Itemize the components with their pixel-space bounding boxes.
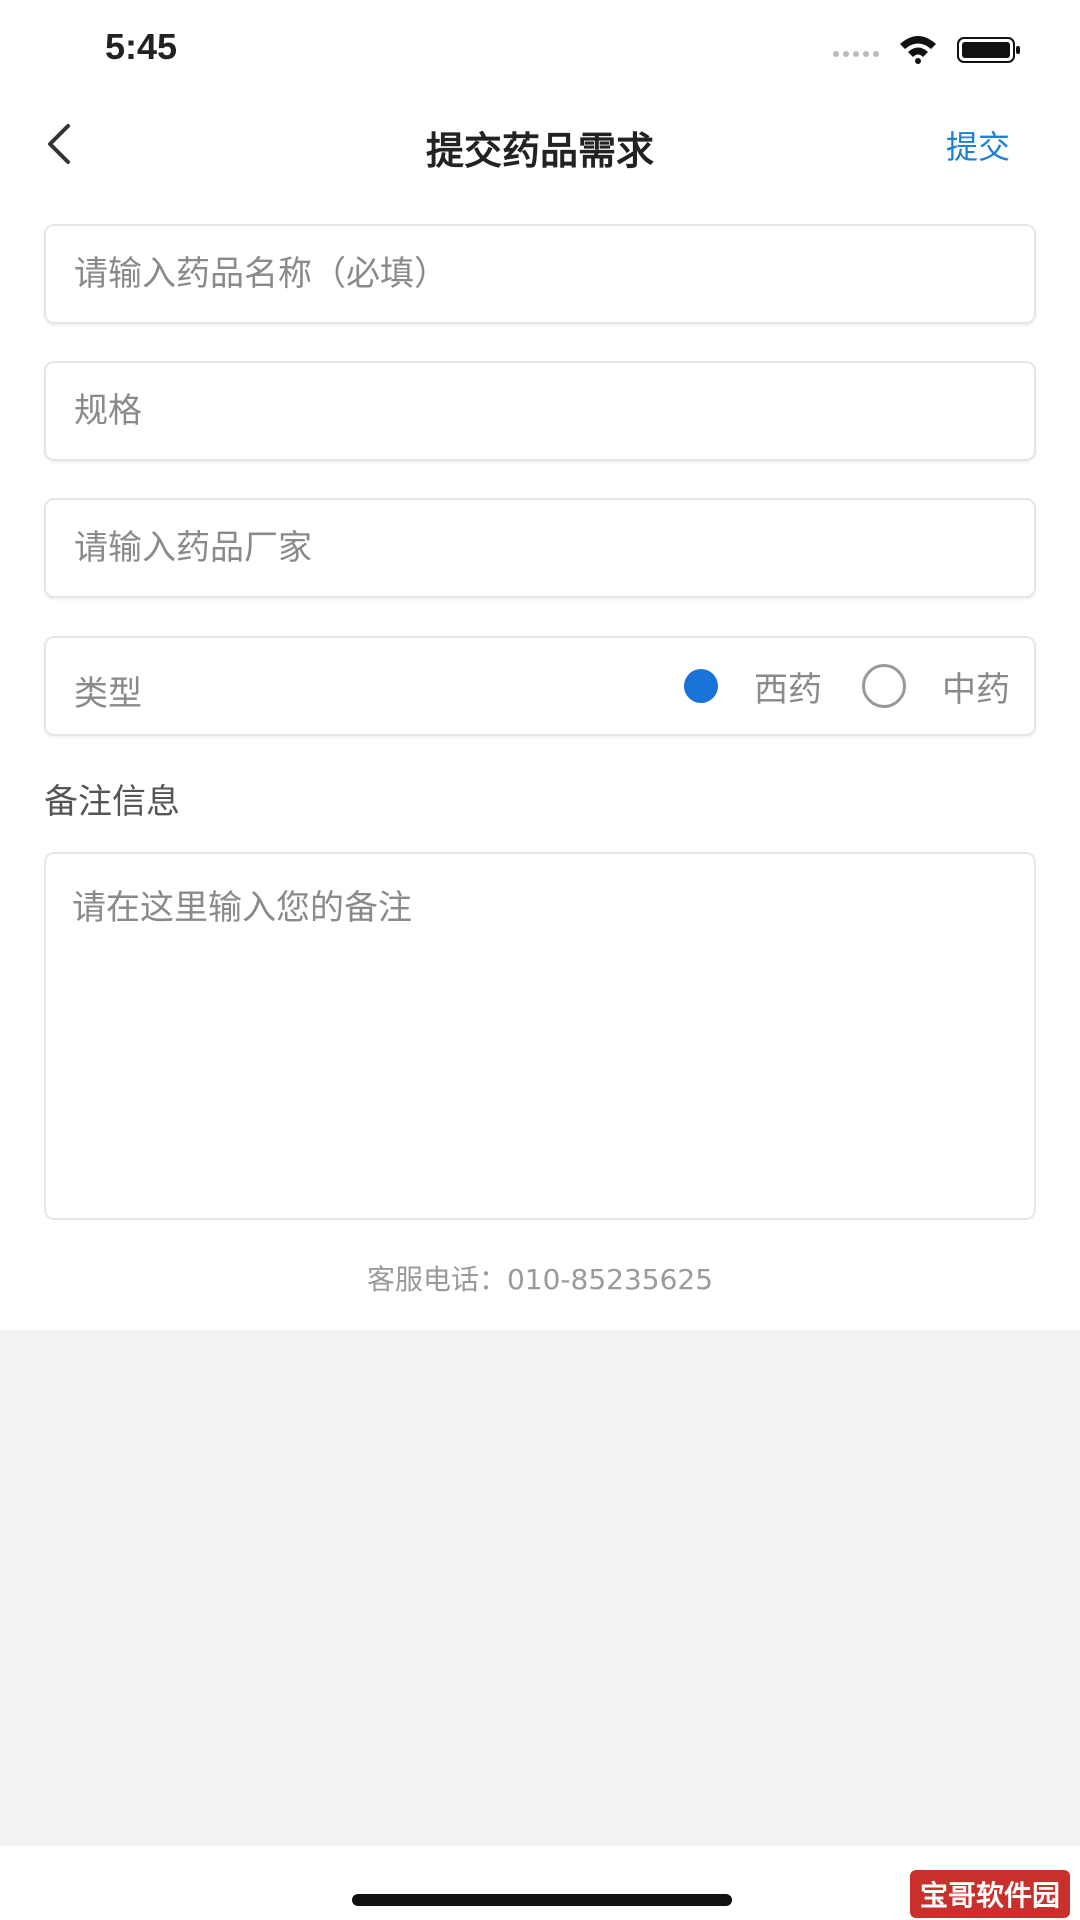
status-bar: 5:45 bbox=[0, 0, 1080, 100]
radio-unchecked-icon[interactable] bbox=[862, 664, 906, 708]
radio-label-western[interactable]: 西药 bbox=[754, 662, 822, 711]
battery-icon bbox=[957, 37, 1020, 63]
submit-button[interactable]: 提交 bbox=[946, 122, 1010, 168]
radio-western-medicine[interactable]: 西药 bbox=[684, 662, 822, 711]
radio-chinese-medicine[interactable]: 中药 bbox=[862, 662, 1010, 711]
radio-label-chinese[interactable]: 中药 bbox=[942, 662, 1010, 711]
navigation-bar: 提交药品需求 提交 bbox=[0, 100, 1080, 186]
type-radio-group: 西药 中药 bbox=[644, 638, 1010, 734]
wifi-icon bbox=[900, 36, 936, 64]
cellular-signal-icon bbox=[833, 51, 879, 57]
page-title: 提交药品需求 bbox=[425, 129, 654, 173]
service-phone[interactable]: 客服电话：010-85235625 bbox=[0, 1258, 1080, 1298]
type-field: 类型 西药 中药 bbox=[44, 636, 1036, 736]
spec-field[interactable] bbox=[44, 361, 1036, 461]
type-label: 类型 bbox=[74, 674, 142, 714]
manufacturer-field[interactable] bbox=[44, 498, 1036, 598]
spec-input[interactable] bbox=[74, 363, 1004, 459]
drug-name-field[interactable] bbox=[44, 224, 1036, 324]
watermark-logo: 宝哥软件园 bbox=[909, 1870, 1070, 1918]
drug-name-input[interactable] bbox=[74, 226, 1004, 322]
status-time: 5:45 bbox=[105, 26, 178, 67]
manufacturer-input[interactable] bbox=[74, 500, 1004, 596]
remark-title: 备注信息 bbox=[44, 782, 180, 822]
home-indicator[interactable] bbox=[352, 1894, 732, 1906]
radio-checked-icon[interactable] bbox=[684, 669, 718, 703]
remark-textarea[interactable] bbox=[72, 880, 1008, 1190]
remark-field[interactable] bbox=[44, 852, 1036, 1220]
